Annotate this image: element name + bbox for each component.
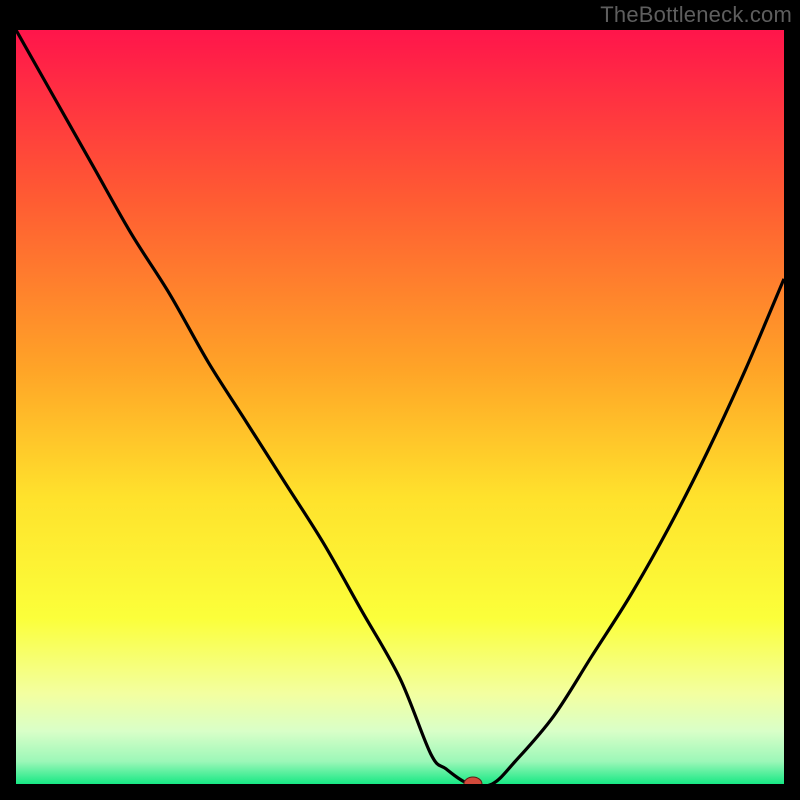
watermark-text: TheBottleneck.com xyxy=(600,2,792,28)
plot-area xyxy=(16,30,784,784)
gradient-background xyxy=(16,30,784,784)
bottleneck-chart xyxy=(16,30,784,784)
chart-frame: TheBottleneck.com xyxy=(0,0,800,800)
